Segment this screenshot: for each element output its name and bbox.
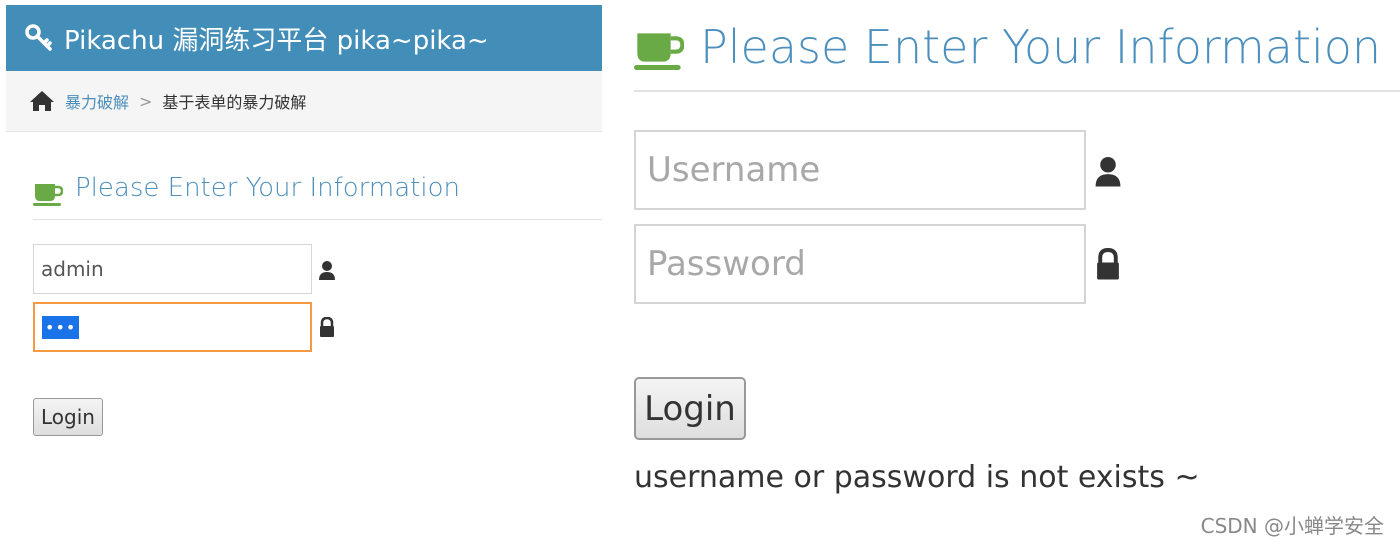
coffee-icon — [33, 184, 63, 206]
key-icon — [25, 24, 52, 51]
username-placeholder: Username — [647, 150, 821, 190]
home-icon[interactable] — [29, 90, 55, 112]
left-panel: Pikachu 漏洞练习平台 pika~pika~ 暴力破解 > 基于表单的暴力… — [6, 5, 602, 545]
user-icon — [319, 261, 335, 280]
breadcrumb: 暴力破解 > 基于表单的暴力破解 — [6, 71, 602, 132]
breadcrumb-separator: > — [139, 91, 153, 111]
login-button[interactable]: Login — [33, 398, 103, 436]
login-button-large[interactable]: Login — [634, 377, 746, 440]
username-input-large[interactable]: Username — [634, 130, 1086, 210]
app-header: Pikachu 漏洞练习平台 pika~pika~ — [6, 5, 602, 71]
coffee-icon — [634, 33, 684, 70]
password-input-large[interactable]: Password — [634, 224, 1086, 304]
password-placeholder: Password — [647, 244, 806, 284]
username-value: admin — [41, 257, 104, 281]
form-title-text: Please Enter Your Information — [75, 173, 460, 203]
form-title-text-large: Please Enter Your Information — [700, 20, 1382, 74]
breadcrumb-link-brute-force[interactable]: 暴力破解 — [65, 89, 129, 113]
form-title-large: Please Enter Your Information — [634, 20, 1400, 92]
username-input[interactable]: admin — [33, 244, 312, 294]
password-value: ••• — [42, 315, 80, 339]
password-input[interactable]: ••• — [33, 302, 312, 352]
breadcrumb-current: 基于表单的暴力破解 — [162, 93, 307, 112]
watermark: CSDN @小蝉学安全 — [1200, 514, 1384, 538]
lock-icon — [320, 317, 334, 337]
app-title: Pikachu 漏洞练习平台 pika~pika~ — [64, 25, 489, 56]
lock-icon — [1097, 248, 1119, 280]
user-icon — [1095, 157, 1121, 187]
form-title: Please Enter Your Information — [33, 173, 602, 220]
right-panel: Please Enter Your Information Username P… — [634, 0, 1400, 547]
error-message: username or password is not exists ~ — [634, 460, 1200, 495]
